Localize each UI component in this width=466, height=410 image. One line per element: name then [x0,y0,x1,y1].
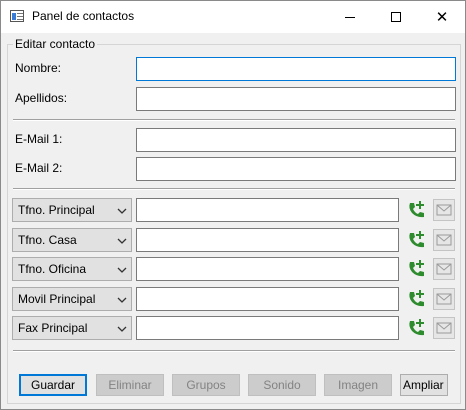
phone-type-label: Tfno. Oficina [18,262,87,276]
phone-type-select[interactable]: Tfno. Oficina [12,257,132,281]
imagen-button[interactable]: Imagen [324,374,392,396]
phone-add-icon[interactable] [405,258,427,280]
phone-number-field[interactable] [136,228,399,252]
email1-label: E-Mail 1: [15,132,63,146]
email1-field[interactable] [136,128,456,152]
nombre-label: Nombre: [15,61,62,75]
phone-number-field[interactable] [136,316,399,340]
phone-type-select[interactable]: Movil Principal [12,287,132,311]
chevron-down-icon [117,323,127,333]
phone-type-select[interactable]: Tfno. Casa [12,228,132,252]
envelope-icon[interactable] [433,199,455,221]
envelope-icon[interactable] [433,317,455,339]
phone-add-icon[interactable] [405,317,427,339]
phone-add-icon[interactable] [405,288,427,310]
sonido-button[interactable]: Sonido [248,374,316,396]
phone-type-label: Fax Principal [18,321,88,335]
phone-add-icon[interactable] [405,199,427,221]
phone-number-field[interactable] [136,287,399,311]
minimize-icon[interactable] [327,1,373,33]
guardar-button[interactable]: Guardar [19,374,87,396]
contacts-window-icon [10,10,24,22]
title-bar: Panel de contactos ✕ [1,1,465,33]
separator [13,119,455,121]
phone-type-label: Tfno. Principal [18,203,95,217]
phone-add-icon[interactable] [405,229,427,251]
separator [13,350,455,352]
phone-type-select[interactable]: Tfno. Principal [12,198,132,222]
email2-field[interactable] [136,157,456,181]
apellidos-field[interactable] [136,87,456,111]
apellidos-label: Apellidos: [15,91,68,105]
close-icon[interactable]: ✕ [419,1,465,33]
phone-type-select[interactable]: Fax Principal [12,316,132,340]
ampliar-button[interactable]: Ampliar › [400,374,448,396]
phone-number-field[interactable] [136,257,399,281]
envelope-icon[interactable] [433,258,455,280]
envelope-icon[interactable] [433,288,455,310]
phone-number-field[interactable] [136,198,399,222]
envelope-icon[interactable] [433,229,455,251]
email2-label: E-Mail 2: [15,161,63,175]
grupos-button[interactable]: Grupos [172,374,240,396]
group-label: Editar contacto [13,37,98,51]
window-title: Panel de contactos [32,9,135,23]
eliminar-button[interactable]: Eliminar [96,374,164,396]
chevron-down-icon [117,235,127,245]
phone-type-label: Movil Principal [18,292,96,306]
chevron-down-icon [117,264,127,274]
chevron-down-icon [117,294,127,304]
maximize-icon[interactable] [373,1,419,33]
phone-type-label: Tfno. Casa [18,233,77,247]
nombre-field[interactable] [136,57,456,81]
separator [13,188,455,190]
chevron-down-icon [117,205,127,215]
contact-panel-window: Panel de contactos ✕ Editar contacto Nom… [0,0,466,410]
